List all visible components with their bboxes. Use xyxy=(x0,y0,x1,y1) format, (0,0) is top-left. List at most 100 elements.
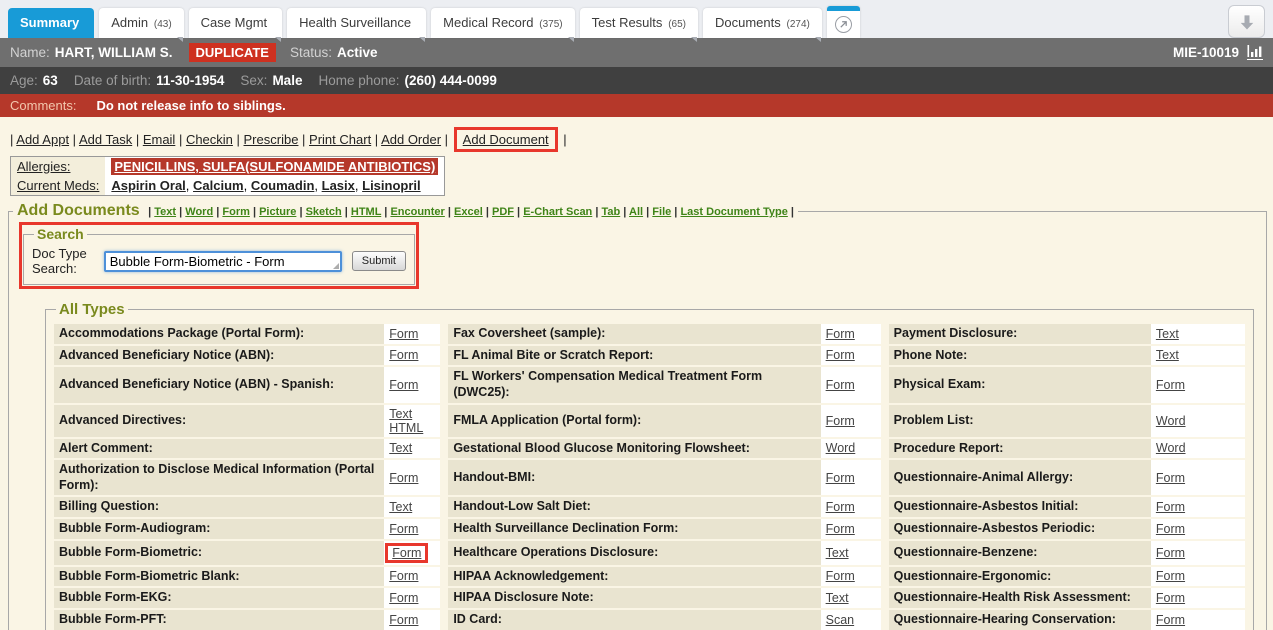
tab-case-mgmt[interactable]: Case Mgmt xyxy=(189,8,282,38)
add-doc-type-link-pdf[interactable]: PDF xyxy=(492,206,514,218)
doc-type-link[interactable]: Form xyxy=(1156,591,1185,605)
doc-type-link[interactable]: Form xyxy=(1156,613,1185,627)
doc-type-search-label: Doc Type Search: xyxy=(32,246,99,276)
doc-type-link[interactable]: Scan xyxy=(826,613,855,627)
doc-type-link[interactable]: Form xyxy=(392,546,421,560)
bar-chart-icon[interactable] xyxy=(1247,45,1263,60)
document-types-table: Accommodations Package (Portal Form): Fo… xyxy=(54,322,1245,630)
doc-type-link[interactable]: Form xyxy=(389,471,418,485)
doc-type-link[interactable]: Form xyxy=(389,569,418,583)
doc-type-label: FL Workers' Compensation Medical Treatme… xyxy=(448,367,820,402)
doc-type-link[interactable]: Text xyxy=(1156,327,1179,341)
add-doc-type-link-e-chart-scan[interactable]: E-Chart Scan xyxy=(523,206,592,218)
tab-admin[interactable]: Admin (43) xyxy=(99,8,183,38)
doc-type-link[interactable]: Form xyxy=(389,327,418,341)
search-annotation-box: Search Doc Type Search: Submit xyxy=(19,222,419,289)
checkin-link[interactable]: Checkin xyxy=(186,132,233,147)
down-arrow-icon xyxy=(1237,12,1257,32)
doc-type-link[interactable]: Form xyxy=(1156,500,1185,514)
doc-type-link[interactable]: HTML xyxy=(389,421,423,435)
add-doc-type-link-tab[interactable]: Tab xyxy=(601,206,620,218)
doc-type-link[interactable]: Form xyxy=(1156,378,1185,392)
submit-button[interactable]: Submit xyxy=(352,251,406,271)
add-appt-link[interactable]: Add Appt xyxy=(16,132,69,147)
doc-type-link-cell: Word xyxy=(1151,405,1245,437)
doc-type-link[interactable]: Form xyxy=(1156,471,1185,485)
doc-type-link[interactable]: Form xyxy=(1156,546,1185,560)
current-meds-link[interactable]: Current Meds: xyxy=(17,178,99,193)
med-link[interactable]: Lasix xyxy=(322,178,355,193)
scroll-down-button[interactable] xyxy=(1228,5,1265,38)
doc-type-link[interactable]: Text xyxy=(826,546,849,560)
doc-type-link[interactable]: Word xyxy=(826,441,856,455)
doc-type-link[interactable]: Form xyxy=(826,522,855,536)
external-link-icon xyxy=(835,16,852,33)
doc-type-link[interactable]: Word xyxy=(1156,441,1186,455)
tab-summary[interactable]: Summary xyxy=(8,8,94,38)
add-doc-type-link-all[interactable]: All xyxy=(629,206,643,218)
med-link[interactable]: Aspirin Oral xyxy=(111,178,185,193)
doc-type-link[interactable]: Word xyxy=(1156,414,1186,428)
doc-type-link[interactable]: Form xyxy=(826,500,855,514)
add-doc-type-link-last-document-type[interactable]: Last Document Type xyxy=(680,206,787,218)
doc-type-link-cell: Form xyxy=(1151,541,1245,565)
doc-type-link[interactable]: Text xyxy=(389,500,412,514)
doc-type-link-cell: Form xyxy=(1151,567,1245,587)
action-links-row: | Add Appt | Add Task | Email | Checkin … xyxy=(10,127,1273,152)
doc-type-link-cell: Word xyxy=(821,439,881,459)
popout-tab[interactable] xyxy=(827,6,860,38)
add-document-link[interactable]: Add Document xyxy=(463,132,549,147)
doc-type-link[interactable]: Form xyxy=(389,378,418,392)
tab-medical-record[interactable]: Medical Record (375) xyxy=(431,8,574,38)
prescribe-link[interactable]: Prescribe xyxy=(244,132,299,147)
add-doc-type-link-excel[interactable]: Excel xyxy=(454,206,483,218)
table-row: Bubble Form-Biometric: Form Healthcare O… xyxy=(54,541,1245,565)
email-link[interactable]: Email xyxy=(143,132,176,147)
add-doc-type-link-file[interactable]: File xyxy=(652,206,671,218)
doc-type-link[interactable]: Form xyxy=(826,378,855,392)
add-doc-type-link-text[interactable]: Text xyxy=(154,206,176,218)
doc-type-link-cell: Form xyxy=(1151,588,1245,608)
tab-health-surveillance[interactable]: Health Surveillance xyxy=(287,8,426,38)
doc-type-label: Bubble Form-EKG: xyxy=(54,588,384,608)
doc-type-link[interactable]: Text xyxy=(389,441,412,455)
doc-type-label: Healthcare Operations Disclosure: xyxy=(448,541,820,565)
add-doc-type-link-encounter[interactable]: Encounter xyxy=(390,206,444,218)
doc-type-link[interactable]: Form xyxy=(389,613,418,627)
doc-type-link[interactable]: Form xyxy=(389,522,418,536)
add-doc-type-link-sketch[interactable]: Sketch xyxy=(306,206,342,218)
allergy-value[interactable]: PENICILLINS, SULFA(SULFONAMIDE ANTIBIOTI… xyxy=(111,158,438,175)
tab-test-results[interactable]: Test Results (65) xyxy=(580,8,698,38)
med-link[interactable]: Calcium xyxy=(193,178,244,193)
add-doc-type-link-form[interactable]: Form xyxy=(222,206,250,218)
doc-type-link[interactable]: Form xyxy=(389,348,418,362)
duplicate-badge[interactable]: DUPLICATE xyxy=(189,43,276,62)
tab-documents[interactable]: Documents (274) xyxy=(703,8,822,38)
doc-type-link[interactable]: Text xyxy=(826,591,849,605)
doc-type-link[interactable]: Form xyxy=(826,327,855,341)
add-task-link[interactable]: Add Task xyxy=(79,132,132,147)
popout-accent-stripe xyxy=(827,6,860,11)
doc-type-link[interactable]: Form xyxy=(389,591,418,605)
doc-type-link[interactable]: Form xyxy=(1156,522,1185,536)
doc-type-link-cell: Scan xyxy=(821,610,881,630)
med-link[interactable]: Coumadin xyxy=(251,178,315,193)
doc-type-label: Questionnaire-Animal Allergy: xyxy=(889,460,1151,495)
allergies-link[interactable]: Allergies: xyxy=(17,159,70,174)
doc-type-link[interactable]: Form xyxy=(1156,569,1185,583)
doc-type-link[interactable]: Form xyxy=(826,414,855,428)
add-doc-type-link-word[interactable]: Word xyxy=(185,206,213,218)
doc-type-link[interactable]: Form xyxy=(826,471,855,485)
doc-type-search-input[interactable] xyxy=(104,251,342,272)
doc-type-link[interactable]: Text xyxy=(1156,348,1179,362)
doc-type-link[interactable]: Text xyxy=(389,407,412,421)
add-doc-type-link-picture[interactable]: Picture xyxy=(259,206,296,218)
age-label: Age: xyxy=(10,73,38,88)
doc-type-link[interactable]: Form xyxy=(826,569,855,583)
add-doc-type-link-html[interactable]: HTML xyxy=(351,206,381,218)
doc-type-link[interactable]: Form xyxy=(826,348,855,362)
add-order-link[interactable]: Add Order xyxy=(381,132,441,147)
tab-count: (43) xyxy=(151,19,172,30)
med-link[interactable]: Lisinopril xyxy=(362,178,421,193)
print-chart-link[interactable]: Print Chart xyxy=(309,132,371,147)
